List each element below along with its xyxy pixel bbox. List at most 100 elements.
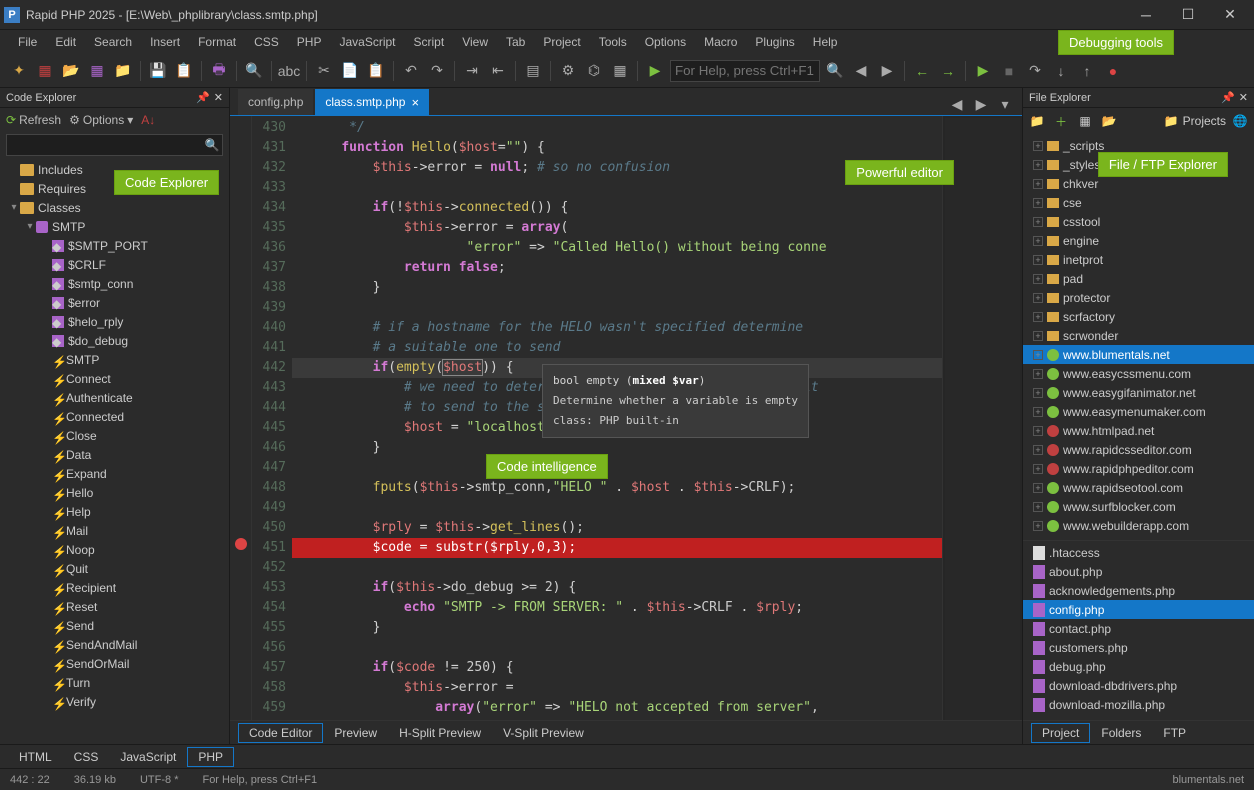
folder-node[interactable]: +www.easygifanimator.net (1023, 383, 1254, 402)
explorer-tab-project[interactable]: Project (1031, 723, 1090, 743)
code-line[interactable]: if($this->do_debug >= 2) { (292, 578, 942, 598)
file-node[interactable]: download-dbdrivers.php (1023, 676, 1254, 695)
file-node[interactable]: about.php (1023, 562, 1254, 581)
menu-options[interactable]: Options (637, 33, 694, 51)
code-explorer-tree[interactable]: IncludesRequires▾Classes▾SMTP◆$SMTP_PORT… (0, 158, 229, 744)
step-into-icon[interactable]: ↓ (1050, 60, 1072, 82)
new-file-icon[interactable]: ✦ (8, 60, 30, 82)
expand-icon[interactable]: + (1033, 369, 1043, 379)
tree-node[interactable]: ◆$error (0, 293, 229, 312)
code-line[interactable]: # if a hostname for the HELO wasn't spec… (292, 318, 942, 338)
file-tab[interactable]: config.php (238, 89, 313, 115)
view-icon[interactable]: ▦ (1075, 111, 1095, 131)
redo-icon[interactable]: ↷ (426, 60, 448, 82)
tree-node[interactable]: ⚡Expand (0, 464, 229, 483)
tree-node[interactable]: ⚡Hello (0, 483, 229, 502)
code-line[interactable]: } (292, 278, 942, 298)
code-line[interactable]: $this->error = (292, 678, 942, 698)
tree-node[interactable]: ⚡Verify (0, 692, 229, 711)
expand-icon[interactable]: + (1033, 179, 1043, 189)
expand-icon[interactable]: + (1033, 331, 1043, 341)
sync-icon[interactable]: 🌐 (1230, 111, 1250, 131)
spellcheck-icon[interactable]: abc (278, 60, 300, 82)
explorer-tab-ftp[interactable]: FTP (1152, 723, 1197, 743)
find-icon[interactable]: 🔍 (824, 60, 846, 82)
panel-icon[interactable]: ▤ (522, 60, 544, 82)
fold-gutter[interactable] (230, 116, 252, 720)
file-node[interactable]: debug.php (1023, 657, 1254, 676)
menu-php[interactable]: PHP (289, 33, 330, 51)
tree-node[interactable]: ◆$helo_rply (0, 312, 229, 331)
code-line[interactable] (292, 558, 942, 578)
tree-node[interactable]: ⚡Help (0, 502, 229, 521)
tab-next-icon[interactable]: ▶ (970, 93, 992, 115)
run-icon[interactable]: ▶ (644, 60, 666, 82)
file-node[interactable]: download-mozilla.php (1023, 695, 1254, 714)
menu-search[interactable]: Search (86, 33, 140, 51)
code-line[interactable]: if($code != 250) { (292, 658, 942, 678)
view-tab[interactable]: V-Split Preview (492, 723, 595, 743)
editor-area[interactable]: 4304314324334344354364374384394404414424… (230, 116, 1022, 720)
pin-icon[interactable]: 📌 (1221, 91, 1235, 104)
folder-node[interactable]: +www.easymenumaker.com (1023, 402, 1254, 421)
print-icon[interactable]: 🖶 (208, 60, 230, 82)
expand-icon[interactable]: + (1033, 198, 1043, 208)
expand-icon[interactable]: + (1033, 407, 1043, 417)
code-line[interactable]: echo "SMTP -> FROM SERVER: " . $this->CR… (292, 598, 942, 618)
expand-icon[interactable]: + (1033, 521, 1043, 531)
folder-node[interactable]: +engine (1023, 231, 1254, 250)
tree-node[interactable]: ◆$SMTP_PORT (0, 236, 229, 255)
menu-macro[interactable]: Macro (696, 33, 745, 51)
tree-node[interactable]: ⚡Turn (0, 673, 229, 692)
view-tab[interactable]: Code Editor (238, 723, 323, 743)
step-out-icon[interactable]: ↑ (1076, 60, 1098, 82)
code-explorer-search[interactable]: 🔍 (6, 134, 223, 156)
expand-icon[interactable]: + (1033, 293, 1043, 303)
tool2-icon[interactable]: ⌬ (583, 60, 605, 82)
paste-icon[interactable]: 📋 (365, 60, 387, 82)
menu-tab[interactable]: Tab (498, 33, 533, 51)
minimize-button[interactable]: ─ (1126, 1, 1166, 29)
folder-node[interactable]: +scrwonder (1023, 326, 1254, 345)
cut-icon[interactable]: ✂ (313, 60, 335, 82)
file-node[interactable]: config.php (1023, 600, 1254, 619)
code-line[interactable]: */ (292, 118, 942, 138)
folder-node[interactable]: +www.easycssmenu.com (1023, 364, 1254, 383)
breakpoint-icon[interactable]: ● (1102, 60, 1124, 82)
menu-format[interactable]: Format (190, 33, 244, 51)
new-folder-icon[interactable]: 📁 (1027, 111, 1047, 131)
code-line[interactable] (292, 458, 942, 478)
folder-node[interactable]: +pad (1023, 269, 1254, 288)
tool1-icon[interactable]: ⚙ (557, 60, 579, 82)
expand-icon[interactable]: + (1033, 464, 1043, 474)
save-icon[interactable]: 💾 (147, 60, 169, 82)
menu-insert[interactable]: Insert (142, 33, 188, 51)
tree-node[interactable]: ◆$smtp_conn (0, 274, 229, 293)
view-tab[interactable]: Preview (323, 723, 388, 743)
file-node[interactable]: acknowledgements.php (1023, 581, 1254, 600)
tree-node[interactable]: ⚡Quit (0, 559, 229, 578)
minimap[interactable] (942, 116, 1022, 720)
explorer-tab-folders[interactable]: Folders (1090, 723, 1152, 743)
nav-fwd-icon[interactable]: → (937, 60, 959, 82)
maximize-button[interactable]: ☐ (1168, 1, 1208, 29)
file-node[interactable]: customers.php (1023, 638, 1254, 657)
close-button[interactable]: ✕ (1210, 1, 1250, 29)
new-file-icon[interactable]: ＋ (1051, 111, 1071, 131)
tree-node[interactable]: ⚡SMTP (0, 350, 229, 369)
tree-node[interactable]: ⚡Reset (0, 597, 229, 616)
undo-icon[interactable]: ↶ (400, 60, 422, 82)
folder-node[interactable]: +www.webuilderapp.com (1023, 516, 1254, 535)
expand-icon[interactable]: + (1033, 217, 1043, 227)
menu-plugins[interactable]: Plugins (747, 33, 802, 51)
tree-node[interactable]: ▾Classes (0, 198, 229, 217)
code-line[interactable] (292, 638, 942, 658)
search-input[interactable] (670, 60, 820, 82)
code-line[interactable]: $this->error = array( (292, 218, 942, 238)
pin-icon[interactable]: 📌 (196, 91, 210, 104)
tree-node[interactable]: ⚡Authenticate (0, 388, 229, 407)
expand-icon[interactable]: + (1033, 426, 1043, 436)
menu-file[interactable]: File (10, 33, 45, 51)
tree-node[interactable]: ⚡Close (0, 426, 229, 445)
nav-back-icon[interactable]: ← (911, 60, 933, 82)
